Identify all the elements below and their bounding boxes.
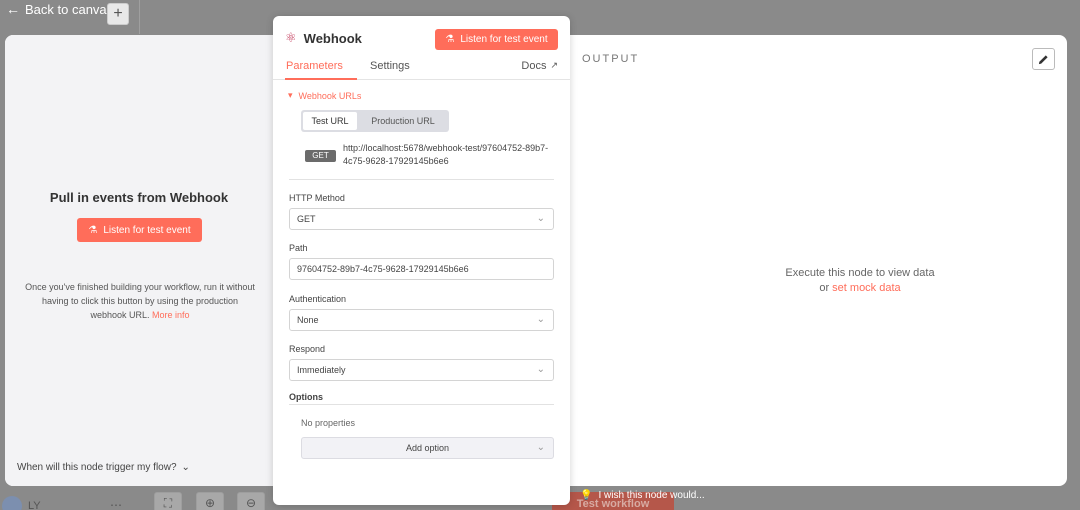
- lightbulb-icon: 💡: [580, 490, 593, 501]
- input-pane: Pull in events from Webhook ⚗ Listen for…: [5, 35, 273, 486]
- url-type-switch: Test URL Production URL: [301, 110, 449, 132]
- webhook-icon: ⚛: [285, 30, 297, 45]
- options-heading: Options: [289, 392, 323, 402]
- path-value: 97604752-89b7-4c75-9628-17929145b6e6: [297, 264, 469, 274]
- listen-test-event-button[interactable]: ⚗ Listen for test event: [77, 218, 202, 242]
- chevron-down-icon: ⌄: [536, 213, 545, 224]
- output-heading: OUTPUT: [582, 53, 640, 65]
- zoom-in-icon[interactable]: ⊕: [196, 492, 224, 510]
- avatar[interactable]: [2, 496, 22, 510]
- panel-tabs: Parameters Settings Docs ↗: [273, 60, 570, 80]
- node-title: Webhook: [303, 30, 362, 46]
- chevron-down-icon: ⌄: [181, 462, 190, 473]
- arrow-left-icon: ←: [6, 1, 20, 17]
- http-method-select[interactable]: GET ⌄: [289, 208, 554, 230]
- execute-message: Execute this node to view data or set mo…: [710, 266, 1010, 296]
- chevron-down-icon: ⌄: [536, 364, 545, 375]
- tab-settings[interactable]: Settings: [370, 60, 410, 80]
- authentication-select[interactable]: None ⌄: [289, 309, 554, 331]
- flask-icon: ⚗: [88, 224, 98, 236]
- divider: [289, 404, 554, 405]
- divider: [139, 0, 140, 34]
- webhook-url[interactable]: http://localhost:5678/webhook-test/97604…: [343, 142, 553, 168]
- chevron-down-icon: ▾: [288, 90, 293, 100]
- set-mock-data-link[interactable]: set mock data: [832, 282, 900, 294]
- respond-label: Respond: [289, 344, 326, 354]
- add-option-button[interactable]: Add option ⌄: [301, 437, 554, 459]
- flask-icon: ⚗: [445, 34, 455, 45]
- wish-feedback[interactable]: 💡 I wish this node would...: [580, 490, 705, 501]
- fit-view-icon[interactable]: ⛶: [154, 492, 182, 510]
- description-text: Once you've finished building your workf…: [25, 282, 255, 320]
- webhook-urls-label: Webhook URLs: [298, 90, 362, 101]
- authentication-value: None: [297, 315, 319, 325]
- trigger-question-label: When will this node trigger my flow?: [17, 462, 177, 473]
- http-method-value: GET: [297, 214, 316, 224]
- chevron-down-icon: ⌄: [536, 442, 545, 453]
- docs-link[interactable]: Docs ↗: [521, 60, 558, 72]
- http-method-label: HTTP Method: [289, 193, 345, 203]
- listen-label: Listen for test event: [103, 224, 191, 236]
- panel-header: ⚛ Webhook: [285, 30, 362, 46]
- production-url-tab[interactable]: Production URL: [359, 112, 447, 130]
- back-to-canvas-button[interactable]: ← Back to canvas: [6, 1, 113, 17]
- execute-msg-text: Execute this node to view data: [785, 267, 935, 279]
- more-info-link[interactable]: More info: [152, 310, 190, 320]
- respond-select[interactable]: Immediately ⌄: [289, 359, 554, 381]
- test-url-tab[interactable]: Test URL: [303, 112, 357, 130]
- webhook-urls-toggle[interactable]: ▾ Webhook URLs: [288, 90, 361, 101]
- or-text: or: [819, 282, 830, 294]
- more-icon[interactable]: ⋯: [110, 498, 122, 510]
- trigger-description: Once you've finished building your workf…: [25, 280, 255, 322]
- method-badge: GET: [305, 150, 336, 162]
- pencil-icon: [1038, 54, 1048, 64]
- no-properties-text: No properties: [301, 418, 356, 428]
- path-label: Path: [289, 243, 308, 253]
- parameters-panel: ⚛ Webhook ⚗ Listen for test event Parame…: [273, 16, 570, 505]
- pull-events-title: Pull in events from Webhook: [49, 190, 229, 205]
- user-initials: LY: [28, 500, 41, 510]
- panel-listen-test-event-button[interactable]: ⚗ Listen for test event: [435, 29, 558, 50]
- back-to-canvas-label: Back to canvas: [25, 1, 114, 17]
- docs-label: Docs: [521, 60, 547, 72]
- trigger-question-toggle[interactable]: When will this node trigger my flow? ⌄: [17, 462, 190, 473]
- tab-parameters[interactable]: Parameters: [285, 60, 357, 80]
- authentication-label: Authentication: [289, 294, 347, 304]
- divider: [289, 179, 554, 180]
- add-option-label: Add option: [405, 443, 450, 453]
- zoom-out-icon[interactable]: ⊖: [237, 492, 265, 510]
- panel-listen-label: Listen for test event: [460, 34, 548, 45]
- edit-output-button[interactable]: [1032, 48, 1055, 70]
- path-input[interactable]: 97604752-89b7-4c75-9628-17929145b6e6: [289, 258, 554, 280]
- respond-value: Immediately: [297, 365, 346, 375]
- wish-text: I wish this node would...: [598, 490, 705, 501]
- add-node-button[interactable]: +: [107, 3, 129, 25]
- plus-icon: +: [113, 5, 123, 22]
- external-link-icon: ↗: [550, 60, 558, 70]
- chevron-down-icon: ⌄: [536, 314, 545, 325]
